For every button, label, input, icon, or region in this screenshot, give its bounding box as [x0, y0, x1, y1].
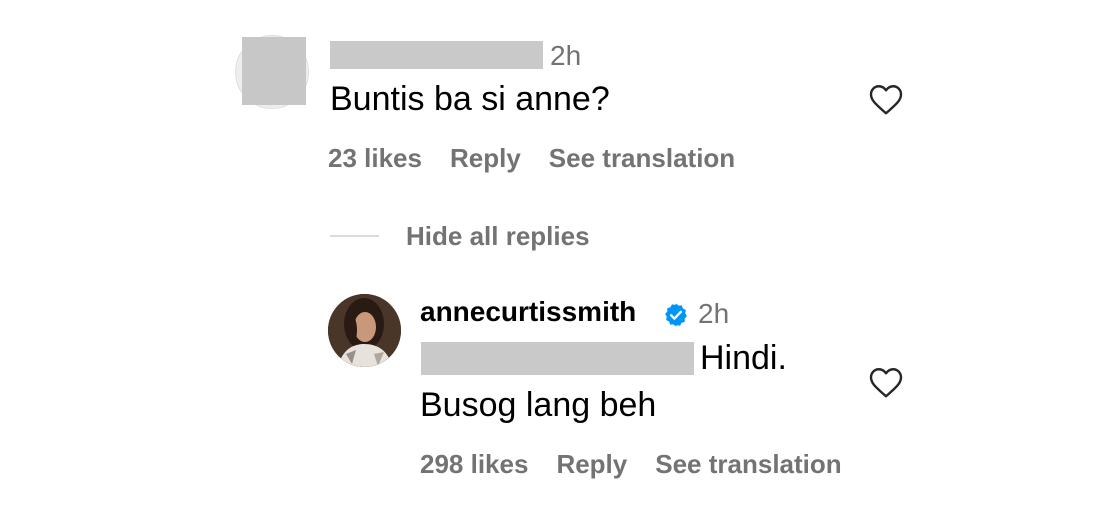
replies-divider	[330, 235, 379, 237]
comment-timestamp: 2h	[550, 40, 582, 71]
page-margin	[944, 0, 1120, 515]
verified-badge-icon	[665, 303, 687, 327]
reply-username[interactable]: annecurtissmith	[420, 296, 636, 328]
reply-button[interactable]: Reply	[450, 143, 521, 174]
see-translation-button[interactable]: See translation	[549, 143, 735, 174]
like-count[interactable]: 23 likes	[328, 143, 422, 174]
reply-text-line2: Busog lang beh	[420, 386, 657, 424]
comment-actions: 23 likes Reply See translation	[328, 143, 735, 174]
redacted-username	[330, 41, 543, 69]
reply-timestamp: 2h	[698, 298, 730, 329]
comments-panel: 2h Buntis ba si anne? 23 likes Reply See…	[0, 0, 944, 515]
reply-actions: 298 likes Reply See translation	[420, 449, 842, 480]
avatar[interactable]	[328, 294, 401, 367]
profile-photo	[328, 294, 401, 367]
heart-outline-icon[interactable]	[867, 81, 905, 117]
reply-text-line1: Hindi.	[700, 339, 787, 377]
reply-button[interactable]: Reply	[556, 449, 627, 480]
heart-outline-icon[interactable]	[867, 364, 905, 400]
comment-text: Buntis ba si anne?	[330, 80, 610, 118]
see-translation-button[interactable]: See translation	[655, 449, 841, 480]
hide-replies-button[interactable]: Hide all replies	[406, 221, 590, 252]
redaction-box	[242, 37, 306, 105]
redacted-mention	[421, 342, 694, 375]
like-count[interactable]: 298 likes	[420, 449, 528, 480]
